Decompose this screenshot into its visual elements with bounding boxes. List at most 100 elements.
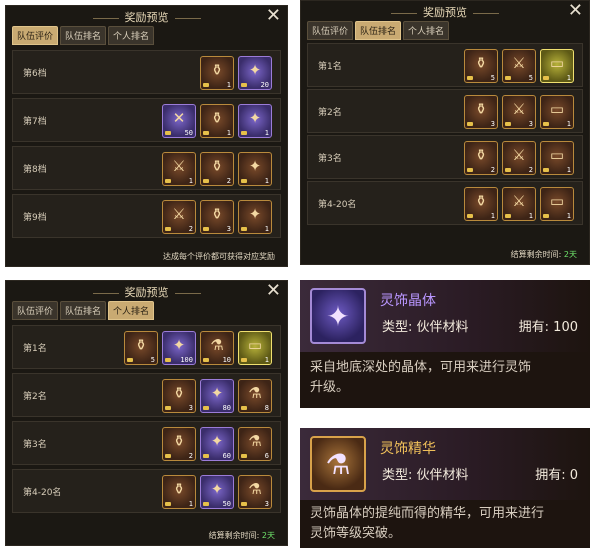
- sword-icon[interactable]: ⚔ 5: [502, 49, 536, 83]
- tab-team-ranking[interactable]: 队伍排名: [60, 26, 107, 45]
- tab-team-evaluation[interactable]: 队伍评价: [12, 26, 59, 45]
- chest-icon[interactable]: ⚱ 3: [464, 95, 498, 129]
- chest-icon[interactable]: ⚱ 5: [124, 331, 158, 365]
- sword-icon[interactable]: ⚔ 2: [162, 200, 196, 234]
- coin-icon: [505, 122, 511, 126]
- flask-icon[interactable]: ⚗ 3: [238, 475, 272, 509]
- tier-label: 第2名: [23, 392, 47, 402]
- coin-icon: [127, 358, 133, 362]
- item-owned: 拥有: 0: [535, 468, 578, 483]
- crystal-icon[interactable]: ✦ 60: [200, 427, 234, 461]
- coin-icon: [241, 227, 247, 231]
- coin-icon: [543, 168, 549, 172]
- reward-row: 第2名 ⚱ 3 ✦ 80 ⚗ 8: [12, 373, 281, 417]
- tab-team-evaluation[interactable]: 队伍评价: [12, 301, 59, 320]
- crystal-icon[interactable]: ✦ 1: [238, 200, 272, 234]
- reward-row: 第4-20名 ⚱ 1 ✦ 50 ⚗ 3: [12, 469, 281, 513]
- coin-icon: [165, 227, 171, 231]
- ticket-icon[interactable]: ▭ 1: [540, 49, 574, 83]
- chest-icon[interactable]: ⚱ 2: [464, 141, 498, 175]
- chest-icon[interactable]: ⚱ 2: [162, 427, 196, 461]
- flask-icon[interactable]: ⚗ 10: [200, 331, 234, 365]
- reward-row: 第9档 ⚔ 2 ⚱ 3 ✦ 1: [12, 194, 281, 238]
- reward-row: 第3名 ⚱ 2 ⚔ 2 ▭ 1: [307, 135, 583, 179]
- tab-personal-ranking[interactable]: 个人排名: [108, 301, 155, 320]
- coin-icon: [241, 358, 247, 362]
- ticket-icon[interactable]: ▭ 1: [540, 95, 574, 129]
- reward-items: ⚱ 1 ✦ 20: [200, 56, 272, 90]
- close-icon[interactable]: ✕: [266, 281, 281, 301]
- tab-personal-ranking[interactable]: 个人排名: [403, 21, 450, 40]
- footer-hint: 达成每个评价都可获得对应奖励: [163, 252, 275, 261]
- coin-icon: [467, 214, 473, 218]
- coin-icon: [543, 122, 549, 126]
- reward-items: ⚱ 2 ⚔ 2 ▭ 1: [464, 141, 574, 175]
- flask-icon[interactable]: ⚗ 6: [238, 427, 272, 461]
- crystal-icon[interactable]: ✦ 100: [162, 331, 196, 365]
- coin-icon: [165, 131, 171, 135]
- reward-items: ⚱ 3 ⚔ 3 ▭ 1: [464, 95, 574, 129]
- ticket-icon[interactable]: ▭ 1: [540, 187, 574, 221]
- item-count: 2: [188, 452, 193, 460]
- chest-icon[interactable]: ⚱ 1: [464, 187, 498, 221]
- crystal-icon: ✦: [310, 288, 366, 344]
- sword-icon[interactable]: ⚔ 1: [162, 152, 196, 186]
- item-tooltip-essence: ⚗ 灵饰精华 类型: 伙伴材料 拥有: 0 灵饰晶体的提纯而得的精华，可用来进行…: [300, 428, 590, 548]
- coin-icon: [467, 76, 473, 80]
- coin-icon: [467, 168, 473, 172]
- sword-icon[interactable]: ⚔ 1: [502, 187, 536, 221]
- item-count: 1: [264, 356, 269, 364]
- coin-icon: [241, 179, 247, 183]
- chest-icon[interactable]: ⚱ 1: [162, 475, 196, 509]
- item-count: 50: [184, 129, 193, 137]
- crystal-icon[interactable]: ✦ 20: [238, 56, 272, 90]
- item-count: 2: [188, 225, 193, 233]
- tier-label: 第9档: [23, 213, 47, 223]
- tab-team-evaluation[interactable]: 队伍评价: [307, 21, 354, 40]
- ticket-icon[interactable]: ▭ 1: [540, 141, 574, 175]
- close-icon[interactable]: ✕: [266, 6, 281, 26]
- item-count: 2: [528, 166, 533, 174]
- chest-icon[interactable]: ⚱ 1: [200, 56, 234, 90]
- tier-label: 第8档: [23, 165, 47, 175]
- tab-personal-ranking[interactable]: 个人排名: [108, 26, 155, 45]
- reward-row: 第4-20名 ⚱ 1 ⚔ 1 ▭ 1: [307, 181, 583, 225]
- ticket-icon[interactable]: ▭ 1: [238, 331, 272, 365]
- reward-row: 第3名 ⚱ 2 ✦ 60 ⚗ 6: [12, 421, 281, 465]
- sword-icon[interactable]: ⚔ 2: [502, 141, 536, 175]
- tab-team-ranking[interactable]: 队伍排名: [355, 21, 402, 40]
- sword-icon[interactable]: ⚔ 3: [502, 95, 536, 129]
- flask-icon[interactable]: ⚗ 8: [238, 379, 272, 413]
- coin-icon: [203, 227, 209, 231]
- coin-icon: [203, 179, 209, 183]
- item-count: 1: [528, 212, 533, 220]
- coin-icon: [241, 406, 247, 410]
- chest-icon[interactable]: ⚱ 2: [200, 152, 234, 186]
- item-name: 灵饰晶体: [380, 293, 436, 309]
- pouch-icon[interactable]: ✕ 50: [162, 104, 196, 138]
- reward-items: ⚱ 5 ✦ 100 ⚗ 10 ▭ 1: [124, 331, 272, 365]
- crystal-icon[interactable]: ✦ 1: [238, 152, 272, 186]
- chest-icon[interactable]: ⚱ 5: [464, 49, 498, 83]
- close-icon[interactable]: ✕: [568, 1, 583, 21]
- item-count: 20: [260, 81, 269, 89]
- item-count: 1: [566, 166, 571, 174]
- item-count: 1: [188, 177, 193, 185]
- item-count: 1: [226, 129, 231, 137]
- coin-icon: [505, 214, 511, 218]
- tier-label: 第6档: [23, 69, 47, 79]
- chest-icon[interactable]: ⚱ 3: [162, 379, 196, 413]
- crystal-icon[interactable]: ✦ 1: [238, 104, 272, 138]
- item-count: 8: [264, 404, 269, 412]
- chest-icon[interactable]: ⚱ 3: [200, 200, 234, 234]
- item-count: 80: [222, 404, 231, 412]
- chest-icon[interactable]: ⚱ 1: [200, 104, 234, 138]
- item-description: 灵饰晶体的提纯而得的精华，可用来进行 灵饰等级突破。: [310, 504, 544, 544]
- reward-items: ⚔ 1 ⚱ 2 ✦ 1: [162, 152, 272, 186]
- crystal-icon[interactable]: ✦ 80: [200, 379, 234, 413]
- item-count: 3: [188, 404, 193, 412]
- tab-team-ranking[interactable]: 队伍排名: [60, 301, 107, 320]
- crystal-icon[interactable]: ✦ 50: [200, 475, 234, 509]
- reward-preview-panel-evaluation: 奖励预览 ✕ 队伍评价 队伍排名 个人排名 第6档 ⚱ 1 ✦ 20 第7档 ✕ 50 ⚱ 1 ✦ 1…: [5, 5, 288, 267]
- reward-row: 第8档 ⚔ 1 ⚱ 2 ✦ 1: [12, 146, 281, 190]
